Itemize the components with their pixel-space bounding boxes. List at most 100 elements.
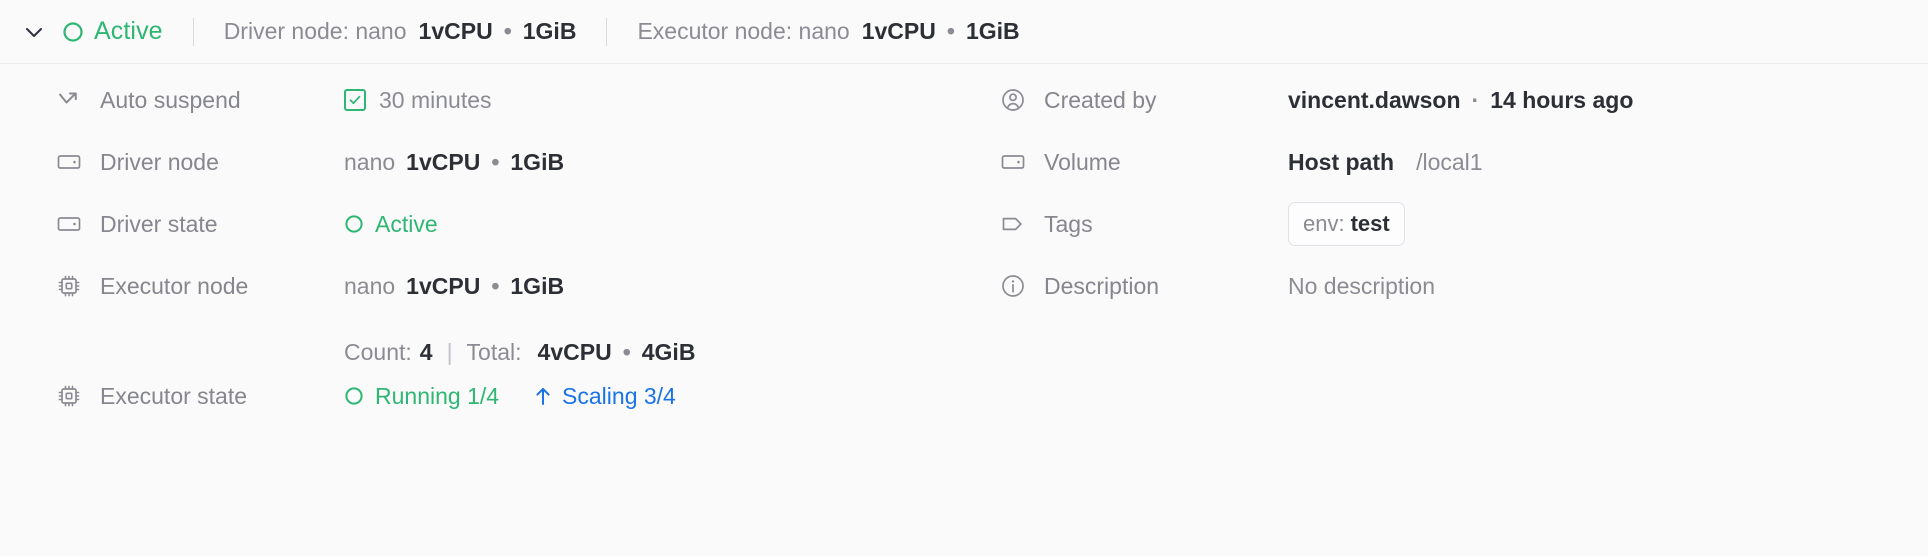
arrow-up-icon: [536, 388, 550, 405]
row-driver-state-label: Driver state: [56, 204, 344, 244]
row-driver-state: Driver state Active: [56, 204, 960, 266]
row-executor-state-label: Executor state: [56, 376, 344, 416]
node-icon: [56, 149, 82, 175]
row-description-label: Description: [1000, 266, 1288, 306]
tag-chip-key: env:: [1303, 211, 1345, 236]
row-auto-suspend-label: Auto suspend: [56, 80, 344, 120]
executor-total-label: Total:: [466, 338, 522, 365]
executor-node-size: nano: [344, 272, 396, 299]
row-tags-label: Tags: [1000, 204, 1288, 244]
tag-icon: [1000, 211, 1026, 237]
volume-kind: Host path: [1288, 148, 1395, 175]
volume-label-text: Volume: [1044, 148, 1121, 175]
cluster-details-panel: Active Driver node: nano 1vCPU • 1GiB Ex…: [0, 0, 1928, 556]
row-auto-suspend: Auto suspend 30 minutes: [56, 80, 960, 142]
driver-node-sep: •: [491, 148, 500, 175]
header-driver-node-info: Driver node: nano 1vCPU • 1GiB: [224, 18, 577, 45]
row-tags-value: env: test: [1288, 202, 1405, 246]
row-created-by-value: vincent.dawson · 14 hours ago: [1288, 80, 1633, 120]
row-driver-node-label: Driver node: [56, 142, 344, 182]
auto-suspend-value-text: 30 minutes: [379, 86, 492, 113]
row-volume-value: Host path /local1: [1288, 142, 1483, 182]
created-by-label-text: Created by: [1044, 86, 1157, 113]
executor-node-label-text: Executor node: [100, 272, 249, 299]
executor-count-value: 4: [419, 338, 433, 365]
header-divider-2: [606, 17, 608, 46]
driver-state-label-text: Driver state: [100, 210, 218, 237]
row-description: Description No description: [1000, 266, 1928, 328]
row-description-value: No description: [1288, 266, 1435, 306]
row-executor-state-value: Running 1/4 Scaling 3/4: [344, 376, 676, 416]
driver-node-memory: 1GiB: [510, 148, 565, 175]
description-value-text: No description: [1288, 272, 1436, 299]
header-executor-memory: 1GiB: [965, 18, 1020, 44]
row-executor-node-value: nano 1vCPU • 1GiB: [344, 266, 564, 306]
driver-node-label-text: Driver node: [100, 148, 219, 175]
user-circle-icon: [1000, 87, 1026, 113]
status-ring-icon: [345, 215, 363, 233]
status-ring-icon: [63, 21, 83, 42]
tag-chip-env[interactable]: env: test: [1288, 202, 1405, 246]
executor-node-cpu: 1vCPU: [406, 272, 481, 299]
row-created-by-label: Created by: [1000, 80, 1288, 120]
header-driver-node-label: Driver node: nano: [223, 18, 407, 44]
executor-node-sep: •: [491, 272, 500, 299]
header-driver-memory: 1GiB: [522, 18, 577, 44]
row-volume: Volume Host path /local1: [1000, 142, 1928, 204]
executor-node-memory: 1GiB: [510, 272, 565, 299]
panel-header: Active Driver node: nano 1vCPU • 1GiB Ex…: [0, 0, 1928, 64]
details-left-column: Auto suspend 30 minutes Driver node nano…: [0, 80, 960, 438]
row-executor-state: Executor state Running 1/4 Scaling 3/4: [56, 376, 960, 438]
node-icon: [56, 211, 82, 237]
row-tags: Tags env: test: [1000, 202, 1928, 266]
volume-path: /local1: [1416, 148, 1483, 175]
auto-suspend-checkbox[interactable]: [344, 89, 366, 111]
executor-scaling-badge[interactable]: Scaling 3/4: [533, 383, 676, 410]
executor-scaling-text: Scaling 3/4: [562, 382, 676, 409]
header-executor-cpu: 1vCPU: [861, 18, 936, 44]
executor-running-badge: Running 1/4: [344, 383, 499, 410]
header-status: Active: [62, 17, 163, 46]
created-by-sep: ·: [1471, 86, 1480, 113]
row-executor-count-total: Count: 4 | Total: 4vCPU • 4GiB: [344, 328, 960, 376]
node-icon: [1000, 149, 1026, 175]
description-label-text: Description: [1044, 272, 1160, 299]
collapse-toggle-button[interactable]: [14, 12, 54, 52]
row-created-by: Created by vincent.dawson · 14 hours ago: [1000, 80, 1928, 142]
executor-state-label-text: Executor state: [100, 382, 248, 409]
header-executor-node-label: Executor node: nano: [637, 18, 850, 44]
auto-suspend-arrow-icon: [56, 87, 82, 113]
check-icon: [349, 95, 361, 105]
info-circle-icon: [1000, 273, 1026, 299]
executor-total-sep: •: [622, 338, 631, 365]
executor-total-cpu: 4vCPU: [537, 338, 612, 365]
row-volume-label: Volume: [1000, 142, 1288, 182]
chevron-down-icon: [26, 27, 42, 37]
cpu-chip-icon: [56, 383, 82, 409]
panel-body: Auto suspend 30 minutes Driver node nano…: [0, 64, 1928, 438]
row-auto-suspend-value: 30 minutes: [344, 80, 492, 120]
row-driver-node: Driver node nano 1vCPU • 1GiB: [56, 142, 960, 204]
header-executor-node-info: Executor node: nano 1vCPU • 1GiB: [637, 18, 1019, 45]
driver-node-cpu: 1vCPU: [406, 148, 481, 175]
executor-running-text: Running 1/4: [375, 382, 500, 409]
header-divider-1: [192, 17, 194, 46]
header-driver-sep: •: [503, 18, 512, 44]
created-by-user: vincent.dawson: [1288, 86, 1461, 113]
auto-suspend-label-text: Auto suspend: [100, 86, 241, 113]
details-right-column: Created by vincent.dawson · 14 hours ago: [960, 80, 1928, 438]
row-executor-node: Executor node nano 1vCPU • 1GiB: [56, 266, 960, 328]
driver-node-size: nano: [344, 148, 396, 175]
created-by-time: 14 hours ago: [1490, 86, 1634, 113]
row-driver-state-value: Active: [344, 204, 438, 244]
header-driver-cpu: 1vCPU: [418, 18, 493, 44]
row-driver-node-value: nano 1vCPU • 1GiB: [344, 142, 564, 182]
tag-chip-value: test: [1350, 211, 1390, 236]
status-ring-icon: [345, 387, 363, 405]
row-executor-node-label: Executor node: [56, 266, 344, 306]
driver-state-text: Active: [375, 210, 438, 237]
executor-count-label: Count:: [344, 338, 412, 365]
tags-label-text: Tags: [1044, 210, 1093, 237]
header-executor-sep: •: [946, 18, 955, 44]
driver-state-badge: Active: [344, 211, 438, 238]
